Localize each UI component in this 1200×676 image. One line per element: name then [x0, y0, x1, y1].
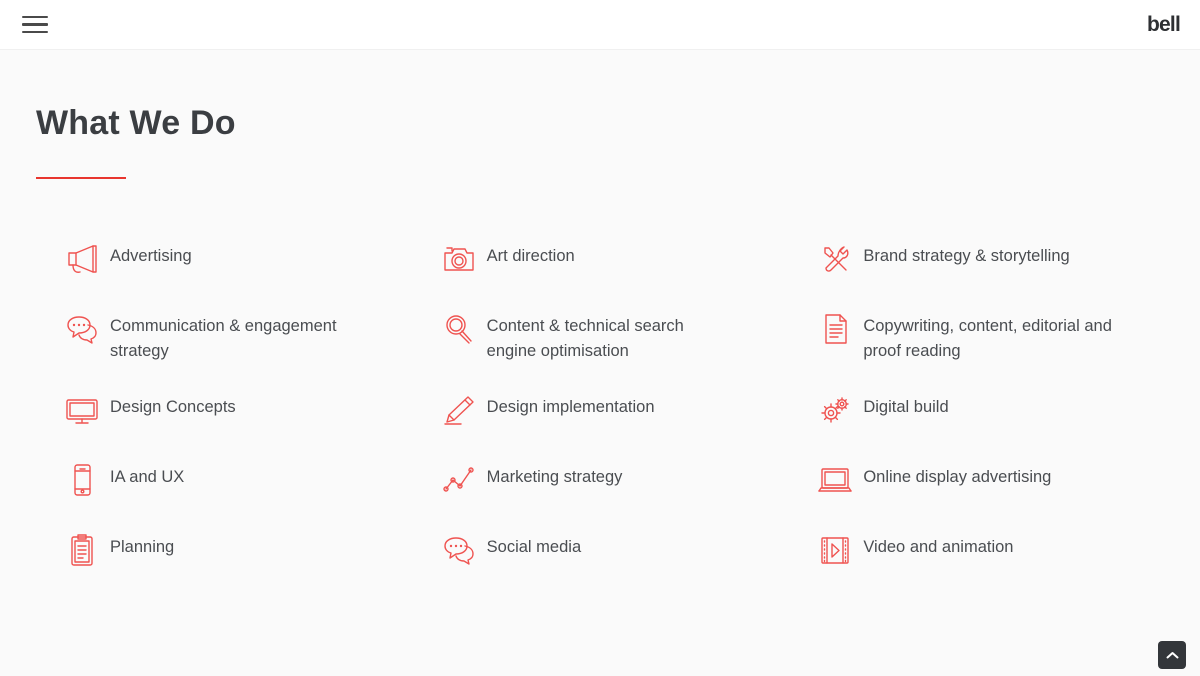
- service-item[interactable]: IA and UX: [36, 448, 413, 518]
- document-icon: [807, 311, 863, 353]
- hamburger-menu-icon[interactable]: [22, 14, 48, 36]
- service-label: Communication & engagement strategy: [110, 317, 337, 361]
- services-grid: Advertising Art direction Brand strategy &…: [0, 227, 1200, 588]
- speech-bubbles-icon: [431, 532, 487, 574]
- laptop-icon: [807, 462, 863, 504]
- service-label: Brand strategy & storytelling: [863, 247, 1070, 266]
- service-label: Content & technical search engine optimi…: [486, 317, 684, 361]
- service-item[interactable]: Video and animation: [789, 518, 1166, 588]
- title-block: What We Do: [0, 50, 1200, 180]
- page-content: What We Do Advertising Art direction Brand…: [0, 50, 1200, 676]
- tools-icon: [807, 241, 863, 283]
- service-label: Planning: [110, 538, 175, 557]
- service-label: Design implementation: [486, 398, 655, 417]
- megaphone-icon: [54, 241, 110, 283]
- service-item[interactable]: Digital build: [789, 378, 1166, 448]
- magnifier-icon: [431, 311, 487, 353]
- service-item[interactable]: Brand strategy & storytelling: [789, 227, 1166, 297]
- service-label: Social media: [486, 538, 582, 557]
- service-label: Copywriting, content, editorial and proo…: [863, 317, 1112, 361]
- camera-icon: [431, 241, 487, 283]
- service-item[interactable]: Copywriting, content, editorial and proo…: [789, 297, 1166, 378]
- hamburger-bar-2: [22, 23, 48, 26]
- service-label: Art direction: [486, 247, 575, 266]
- mobile-phone-icon: [54, 462, 110, 504]
- service-item[interactable]: Advertising: [36, 227, 413, 297]
- service-label: Marketing strategy: [486, 468, 623, 487]
- film-play-icon: [807, 532, 863, 574]
- monitor-icon: [54, 392, 110, 434]
- service-item[interactable]: Social media: [413, 518, 790, 588]
- service-item[interactable]: Art direction: [413, 227, 790, 297]
- brand-logo[interactable]: bell: [1147, 14, 1181, 35]
- service-item[interactable]: Planning: [36, 518, 413, 588]
- page-title: What We Do: [36, 104, 236, 142]
- service-label: Design Concepts: [110, 398, 236, 417]
- service-item[interactable]: Design implementation: [413, 378, 790, 448]
- service-item[interactable]: Communication & engagement strategy: [36, 297, 413, 378]
- line-chart-icon: [431, 462, 487, 504]
- service-item[interactable]: Online display advertising: [789, 448, 1166, 518]
- service-label: Video and animation: [863, 538, 1014, 557]
- service-label: Advertising: [110, 247, 192, 266]
- gears-icon: [807, 392, 863, 434]
- hamburger-bar-3: [22, 30, 48, 34]
- service-label: Online display advertising: [863, 468, 1052, 487]
- scroll-to-top-button[interactable]: [1158, 641, 1186, 669]
- service-label: IA and UX: [110, 468, 185, 487]
- site-header: bell: [0, 0, 1200, 50]
- service-label: Digital build: [863, 398, 949, 417]
- service-item[interactable]: Content & technical search engine optimi…: [413, 297, 790, 378]
- service-item[interactable]: Marketing strategy: [413, 448, 790, 518]
- pencil-icon: [431, 392, 487, 434]
- speech-bubbles-icon: [54, 311, 110, 353]
- chevron-up-icon: [1166, 651, 1178, 658]
- clipboard-icon: [54, 532, 110, 574]
- title-underline-rule: [36, 177, 126, 180]
- hamburger-bar-1: [22, 15, 48, 19]
- service-item[interactable]: Design Concepts: [36, 378, 413, 448]
